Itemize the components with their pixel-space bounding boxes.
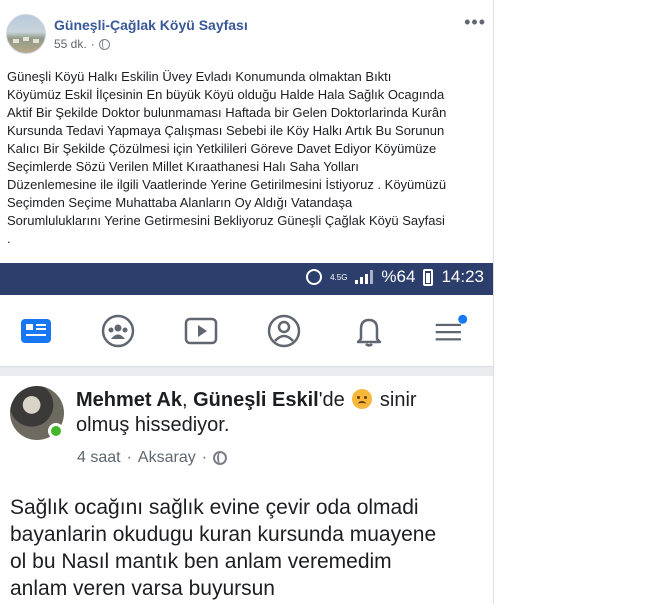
phone-status-bar: 4.5G %64 14:23 [0,263,493,295]
author-name[interactable]: Mehmet Ak [76,389,182,411]
post-body-line: Güneşli Köyü Halkı Eskilin Üvey Evladı K… [7,69,392,84]
feeling-rest: olmuş hissediyor. [76,414,230,436]
signal-icon [355,270,374,284]
globe-icon [98,38,110,50]
shared-post: Mehmet Ak, Güneşli Eskil'de sinir olmuş … [0,376,493,604]
post-body-line: Sorumluluklarını Yerine Getirmesini Bekl… [7,213,445,228]
post-body-line: Seçimden Seçime Muhattaba Alanların Oy A… [7,195,353,210]
post-body-line: Seçimlerde Sözü Verilen Millet Kıraathan… [7,159,359,174]
shared-post-line: bayanlarin okudugu kuran kursunda muayen… [10,523,437,546]
angry-face-icon [352,389,373,409]
meta-dot: · [201,449,208,466]
shared-post-place[interactable]: Aksaray [138,449,196,467]
post-body: Güneşli Köyü Halkı Eskilin Üvey Evladı K… [7,68,487,248]
news-feed-icon[interactable] [18,313,54,349]
page-name-link[interactable]: Güneşli-Çağlak Köyü Sayfası [54,17,248,33]
post-body-line: . [7,231,11,246]
status-time: 14:23 [441,267,484,286]
post-header: Güneşli-Çağlak Köyü Sayfası 55 dk. · ••• [6,12,492,58]
battery-percent: %64 [381,267,416,286]
page-avatar[interactable] [6,14,46,54]
post-body-line: Aktif Bir Şekilde Doktor bulunmaması Haf… [7,105,447,120]
attached-screenshot-image[interactable]: 4.5G %64 14:23 Mehmet Ak, Güneşli Eskil'… [0,263,493,604]
watch-icon[interactable] [183,313,219,349]
location-name[interactable]: Güneşli Eskil [193,389,319,411]
post-timestamp[interactable]: 55 dk. [54,37,87,51]
shared-post-line: anlam veren varsa buyursun [10,577,275,600]
shared-post-line: Sağlık ocağını sağlık evine çevir oda ol… [10,496,419,519]
meta-dot: · [126,449,132,466]
feeling-word: sinir [379,389,417,411]
notifications-icon[interactable] [351,313,387,349]
post-body-line: Kursunda Tedavi Yapmaya Çalışması Sebebi… [7,123,445,138]
alarm-icon [306,269,323,285]
shared-post-time[interactable]: 4 saat [77,449,121,467]
facebook-tab-bar [0,295,493,367]
profile-icon[interactable] [266,313,302,349]
shared-post-body: Sağlık ocağını sağlık evine çevir oda ol… [10,494,490,602]
facebook-post: Güneşli-Çağlak Köyü Sayfası 55 dk. · •••… [0,0,494,604]
battery-icon [423,268,434,286]
online-status-dot [48,423,64,439]
location-suffix: 'de [318,389,345,411]
meta-separator: · [90,37,95,51]
globe-icon [213,451,228,465]
feed-divider [0,367,493,376]
network-type: 4.5G [330,272,348,282]
menu-icon[interactable] [433,313,469,349]
post-body-line: Kalıcı Bir Şekilde Çözülmesi için Yetkil… [7,141,437,156]
shared-post-title: Mehmet Ak, Güneşli Eskil'de sinir olmuş … [76,389,417,436]
post-body-line: Köyümüz Eskil İlçesinin En büyük Köyü ol… [7,87,445,102]
post-meta: 55 dk. · [54,37,110,51]
shared-post-line: ol bu Nasıl mantık ben anlam veremedim [10,550,392,573]
post-body-line: Düzenlemesine ile ilgili Vaatlerinde Yer… [7,177,447,192]
more-options-button[interactable]: ••• [464,12,486,33]
shared-post-meta: 4 saat · Aksaray · [77,449,228,467]
groups-icon[interactable] [100,313,136,349]
